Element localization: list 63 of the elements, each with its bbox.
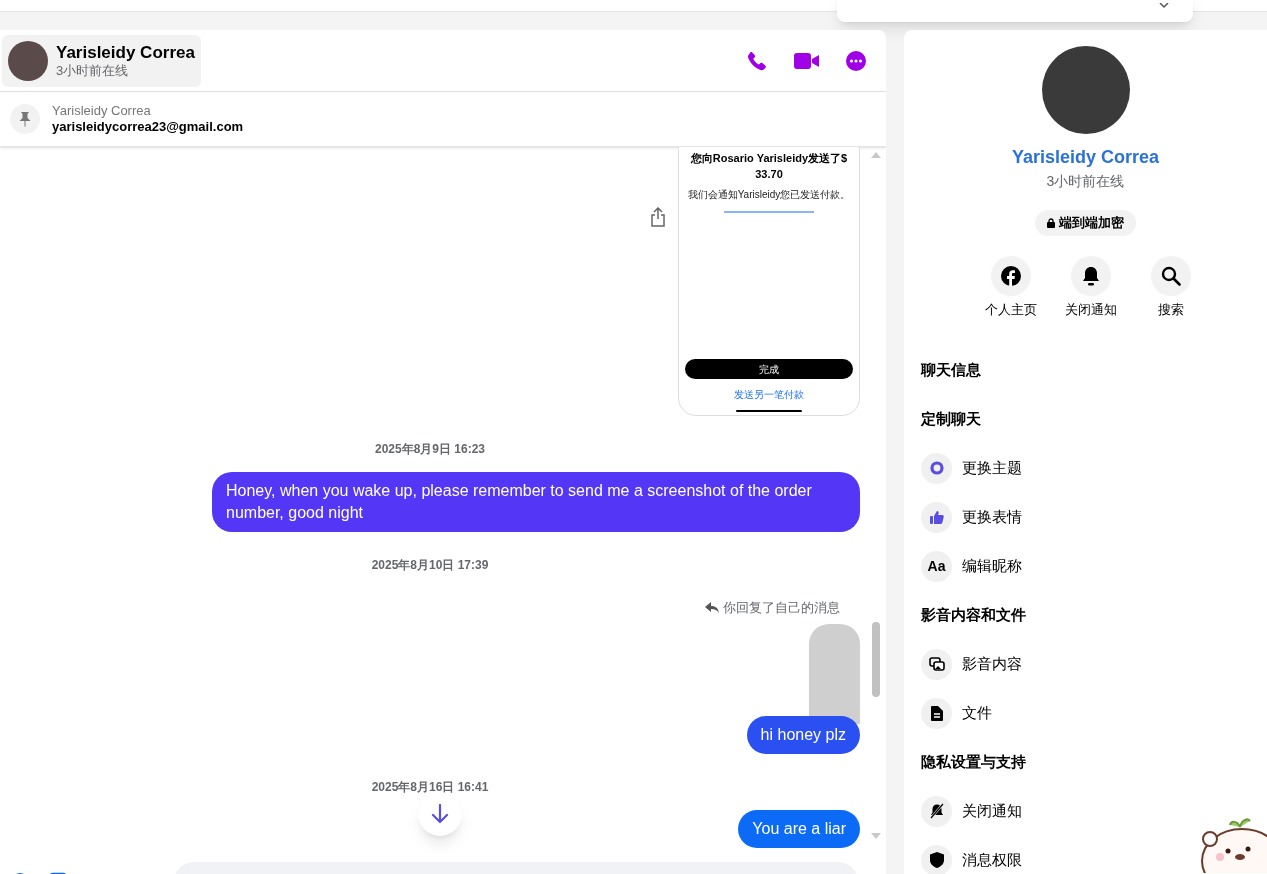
payment-screenshot[interactable]: 您向Rosario Yarisleidy发送了$ 33.70 我们会通知Yarisleidy您已发送付款。 完成 发送另一笔付款 bbox=[678, 147, 860, 416]
message-bubble: hi honey plz bbox=[746, 715, 860, 754]
menu-item-label: 关闭通知 bbox=[962, 800, 1022, 821]
menu-item[interactable]: 更换主题 bbox=[921, 443, 1028, 493]
menu-item[interactable]: 文件 bbox=[921, 688, 998, 738]
message-bubble: Honey, when you wake up, please remember to send me a screenshot of the order number, good night bbox=[212, 472, 860, 532]
document-icon bbox=[930, 705, 943, 721]
done-button: 完成 bbox=[685, 359, 853, 379]
photos-icon bbox=[928, 657, 945, 671]
section-heading: 隐私设置与支持 bbox=[921, 751, 1027, 772]
reply-icon bbox=[705, 602, 719, 614]
payment-note: 我们会通知Yarisleidy您已发送付款。 bbox=[686, 188, 852, 201]
arrow-down-icon bbox=[431, 804, 449, 824]
pinned-sender: Yarisleidy Correa bbox=[52, 102, 152, 119]
section-heading: 聊天信息 bbox=[921, 359, 982, 380]
menu-item[interactable]: 关闭通知 bbox=[921, 786, 1028, 836]
timestamp: 2025年8月9日 16:23 bbox=[374, 441, 486, 458]
timestamp: 2025年8月16日 16:41 bbox=[371, 778, 489, 796]
pin-icon bbox=[10, 104, 40, 134]
payment-title: 您向Rosario Yarisleidy发送了$ 33.70 bbox=[689, 151, 849, 182]
profile-icon bbox=[1000, 266, 1021, 286]
shield-icon bbox=[929, 852, 944, 868]
reply-note: 你回复了自己的消息 bbox=[723, 599, 840, 617]
menu-item-label: 消息权限 bbox=[962, 849, 1022, 870]
bell-icon bbox=[1081, 266, 1100, 286]
avatar-photo-placeholder bbox=[8, 40, 48, 81]
profile-name: Yarisleidy Correa bbox=[1011, 146, 1160, 169]
encryption-badge[interactable]: 端到端加密 bbox=[1035, 210, 1136, 236]
menu-item-label: 更换表情 bbox=[962, 506, 1022, 527]
theme-icon bbox=[929, 461, 944, 475]
phone-icon[interactable] bbox=[746, 49, 768, 72]
menu-item-label: 影音内容 bbox=[962, 653, 1022, 674]
contact-name: Yarisleidy Correa bbox=[56, 41, 195, 63]
home-indicator bbox=[736, 410, 802, 412]
menu-item-label: 更换主题 bbox=[962, 457, 1022, 478]
send-again-link: 发送另一笔付款 bbox=[734, 388, 804, 402]
menu-item-label: 编辑昵称 bbox=[962, 555, 1022, 576]
video-camera-icon[interactable] bbox=[794, 51, 820, 70]
menu-item[interactable]: 更换表情 bbox=[921, 492, 1028, 542]
lock-icon bbox=[1047, 218, 1055, 228]
section-heading: 定制聊天 bbox=[921, 408, 982, 429]
more-options-icon[interactable] bbox=[846, 50, 866, 71]
muted-bell-icon bbox=[928, 803, 945, 819]
search-icon bbox=[1160, 266, 1181, 286]
pinned-message: yarisleidycorrea23@gmail.com bbox=[52, 119, 244, 136]
menu-item[interactable]: 影音内容 bbox=[921, 639, 1028, 689]
menu-item-label: 文件 bbox=[962, 702, 992, 723]
status-text: 3小时前在线 bbox=[56, 63, 130, 80]
menu-item[interactable]: Aa 编辑昵称 bbox=[921, 541, 1028, 591]
action-button[interactable]: 个人主页 bbox=[981, 256, 1040, 320]
message-bubble: You are a liar bbox=[738, 809, 860, 848]
profile-status: 3小时前在线 bbox=[1046, 172, 1125, 191]
section-heading: 影音内容和文件 bbox=[921, 604, 1027, 625]
menu-item[interactable]: 消息权限 bbox=[921, 835, 1028, 874]
action-button[interactable]: 搜索 bbox=[1141, 256, 1200, 320]
scrollbar-thumb[interactable] bbox=[872, 622, 880, 697]
contact-button[interactable]: Yarisleidy Correa 3小时前在线 bbox=[2, 34, 201, 87]
timestamp: 2025年8月10日 17:39 bbox=[371, 557, 489, 574]
nickname-icon: Aa bbox=[927, 555, 946, 577]
share-icon[interactable] bbox=[650, 207, 666, 227]
replied-image-placeholder[interactable] bbox=[809, 623, 860, 724]
action-button[interactable]: 关闭通知 bbox=[1061, 256, 1120, 320]
thumbs-up-icon bbox=[929, 510, 944, 524]
